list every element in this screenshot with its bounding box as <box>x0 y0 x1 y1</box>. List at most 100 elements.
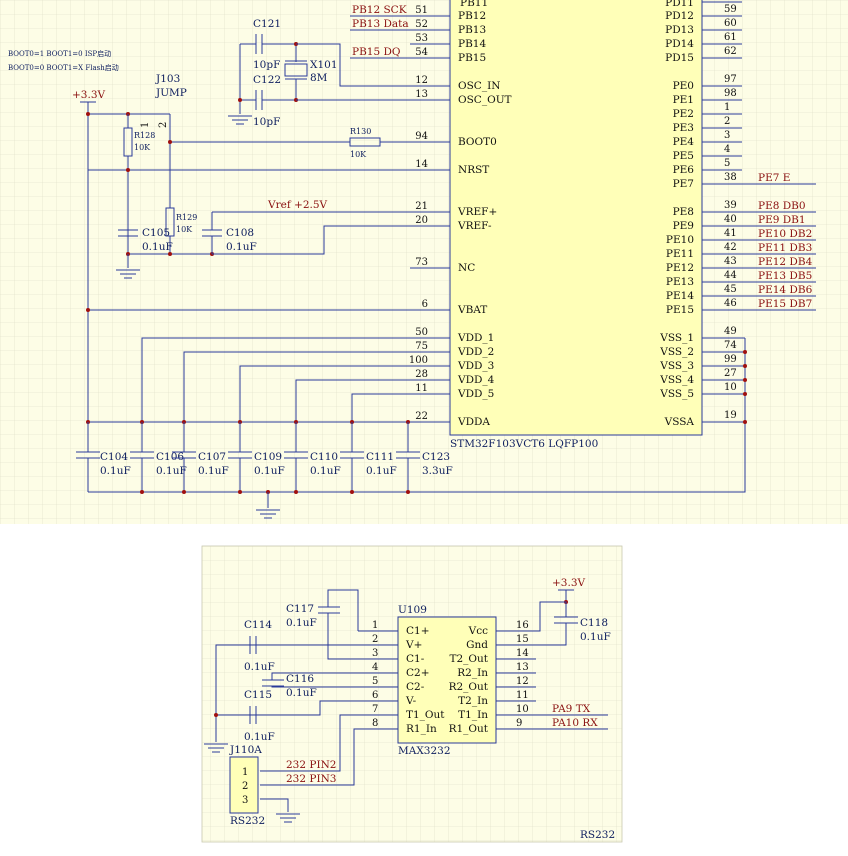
boot-note-2: BOOT0=0 BOOT1=X Flash启动 <box>8 63 119 72</box>
mcu-pin-num: 73 <box>415 257 428 268</box>
net-label[interactable]: PE9 DB1 <box>758 214 806 226</box>
mcu-pin-label: PE4 <box>673 136 695 148</box>
cap-ref: C108 <box>226 227 254 239</box>
mcu-pin-num: 45 <box>724 284 737 295</box>
jumper-pin-2: 2 <box>158 122 169 128</box>
mcu-pin-num: 1 <box>724 102 730 113</box>
net-label[interactable]: PE14 DB6 <box>758 284 813 296</box>
cap-ref: C122 <box>253 74 281 86</box>
resistor-value: 10K <box>134 143 151 152</box>
mcu-pin-num: 61 <box>724 32 737 43</box>
mcu-pin-label: PE14 <box>666 290 694 302</box>
mcu-pin-label: PE7 <box>673 178 694 190</box>
resistor-value: 10K <box>176 225 193 234</box>
mcu-pin-num: 14 <box>415 159 428 170</box>
mcu-pin-label: PB15 <box>458 52 486 64</box>
max-pin-label: C1- <box>406 653 425 665</box>
mcu-pin-label: NC <box>458 262 475 274</box>
net-label[interactable]: PE11 DB3 <box>758 242 812 254</box>
mcu-pin-num: 97 <box>724 74 737 85</box>
max-pin-label: V+ <box>405 639 422 651</box>
resistor-value: 10K <box>350 150 367 159</box>
mcu-pin-num: 43 <box>724 256 737 267</box>
mcu-pin-num: 52 <box>415 19 428 30</box>
max-pin-label: T1_In <box>458 709 488 721</box>
cap-value: 0.1uF <box>254 465 285 477</box>
mcu-pin-label: VDD_2 <box>457 346 494 358</box>
mcu-pin-label: PE10 <box>666 234 694 246</box>
max-pin-num: 12 <box>516 676 529 687</box>
mcu-pin-label: PE11 <box>666 248 694 260</box>
cap-value: 0.1uF <box>226 241 257 253</box>
mcu-pin-label: VSS_3 <box>659 360 694 372</box>
max-pin-label: R2_In <box>457 667 488 679</box>
cap-value: 0.1uF <box>310 465 341 477</box>
net-label[interactable]: PE13 DB5 <box>758 270 812 282</box>
cap-ref: C116 <box>286 673 314 685</box>
max-pin-label: Vcc <box>468 625 488 637</box>
mcu-pin-num: 100 <box>409 355 428 366</box>
mcu-pin-num: 99 <box>724 354 737 365</box>
max-pin-num: 10 <box>516 704 529 715</box>
cap-value: 0.1uF <box>244 661 275 673</box>
max-pin-num: 9 <box>516 718 522 729</box>
max-pin-num: 4 <box>372 662 378 673</box>
mcu-pin-label: VSS_4 <box>659 374 694 386</box>
max-ref: U109 <box>398 604 427 616</box>
cap-ref: C118 <box>580 617 608 629</box>
mcu-pin-label: OSC_OUT <box>458 94 512 106</box>
net-label[interactable]: 232 PIN3 <box>286 773 336 785</box>
net-label[interactable]: PE7 E <box>758 172 790 184</box>
mcu-pin-num: 19 <box>724 410 737 421</box>
cap-ref: C123 <box>422 451 450 463</box>
max-pin-num: 1 <box>372 620 378 631</box>
cap-ref: C107 <box>198 451 226 463</box>
mcu-pin-label-top-right: PD11 <box>665 0 694 9</box>
net-label[interactable]: PE10 DB2 <box>758 228 812 240</box>
net-label[interactable]: PB13 Data <box>352 18 409 30</box>
mcu-pin-num: 5 <box>724 158 730 169</box>
mcu-pin-num: 46 <box>724 298 737 309</box>
jumper-ref: J103 <box>155 73 180 85</box>
net-label[interactable]: 232 PIN2 <box>286 759 336 771</box>
max-pin-label: V- <box>405 695 417 707</box>
mcu-pin-label: PE15 <box>666 304 694 316</box>
net-label[interactable]: PA9 TX <box>552 703 591 715</box>
cap-value: 0.1uF <box>244 731 275 743</box>
mcu-pin-label: PE1 <box>673 94 694 106</box>
cap-value: 0.1uF <box>580 631 611 643</box>
mcu-pin-num: 11 <box>415 383 428 394</box>
max-pin-label: T1_Out <box>406 709 445 721</box>
max-pin-label: T2_Out <box>449 653 488 665</box>
cap-ref: C106 <box>156 451 184 463</box>
mcu-pin-label: VDD_4 <box>457 374 495 386</box>
resistor-ref: R129 <box>176 213 197 222</box>
mcu-pin-num: 40 <box>724 214 737 225</box>
mcu-pin-num: 4 <box>724 144 730 155</box>
mcu-pin-num: 44 <box>724 270 737 281</box>
mcu-pin-label: PE2 <box>673 108 694 120</box>
net-label[interactable]: PE8 DB0 <box>758 200 806 212</box>
mcu-pin-num: 22 <box>415 411 428 422</box>
mcu-pin-num: 62 <box>724 46 737 57</box>
net-label[interactable]: PE15 DB7 <box>758 298 812 310</box>
mcu-pin-num: 41 <box>724 228 737 239</box>
mcu-pin-label: PE8 <box>673 206 694 218</box>
net-label[interactable]: PE12 DB4 <box>758 256 813 268</box>
mcu-pin-num: 20 <box>415 215 428 226</box>
mcu-pin-label: VSS_5 <box>659 388 694 400</box>
resistor-ref: R128 <box>134 131 155 140</box>
net-label[interactable]: PB12 SCK <box>352 4 407 16</box>
mcu-pin-num: 59 <box>724 4 737 15</box>
cap-value: 3.3uF <box>422 465 453 477</box>
cap-ref: C117 <box>286 603 314 615</box>
cap-value: 0.1uF <box>366 465 397 477</box>
power-label: +3.3V <box>552 577 585 589</box>
mcu-pin-label: VREF+ <box>457 206 497 218</box>
cap-value: 0.1uF <box>286 617 317 629</box>
crystal-ref: X101 <box>310 59 338 71</box>
connector-ref: J110A <box>229 744 262 756</box>
net-label[interactable]: PA10 RX <box>552 717 598 729</box>
net-label[interactable]: PB15 DQ <box>352 46 401 58</box>
connector-pin: 2 <box>242 781 248 792</box>
